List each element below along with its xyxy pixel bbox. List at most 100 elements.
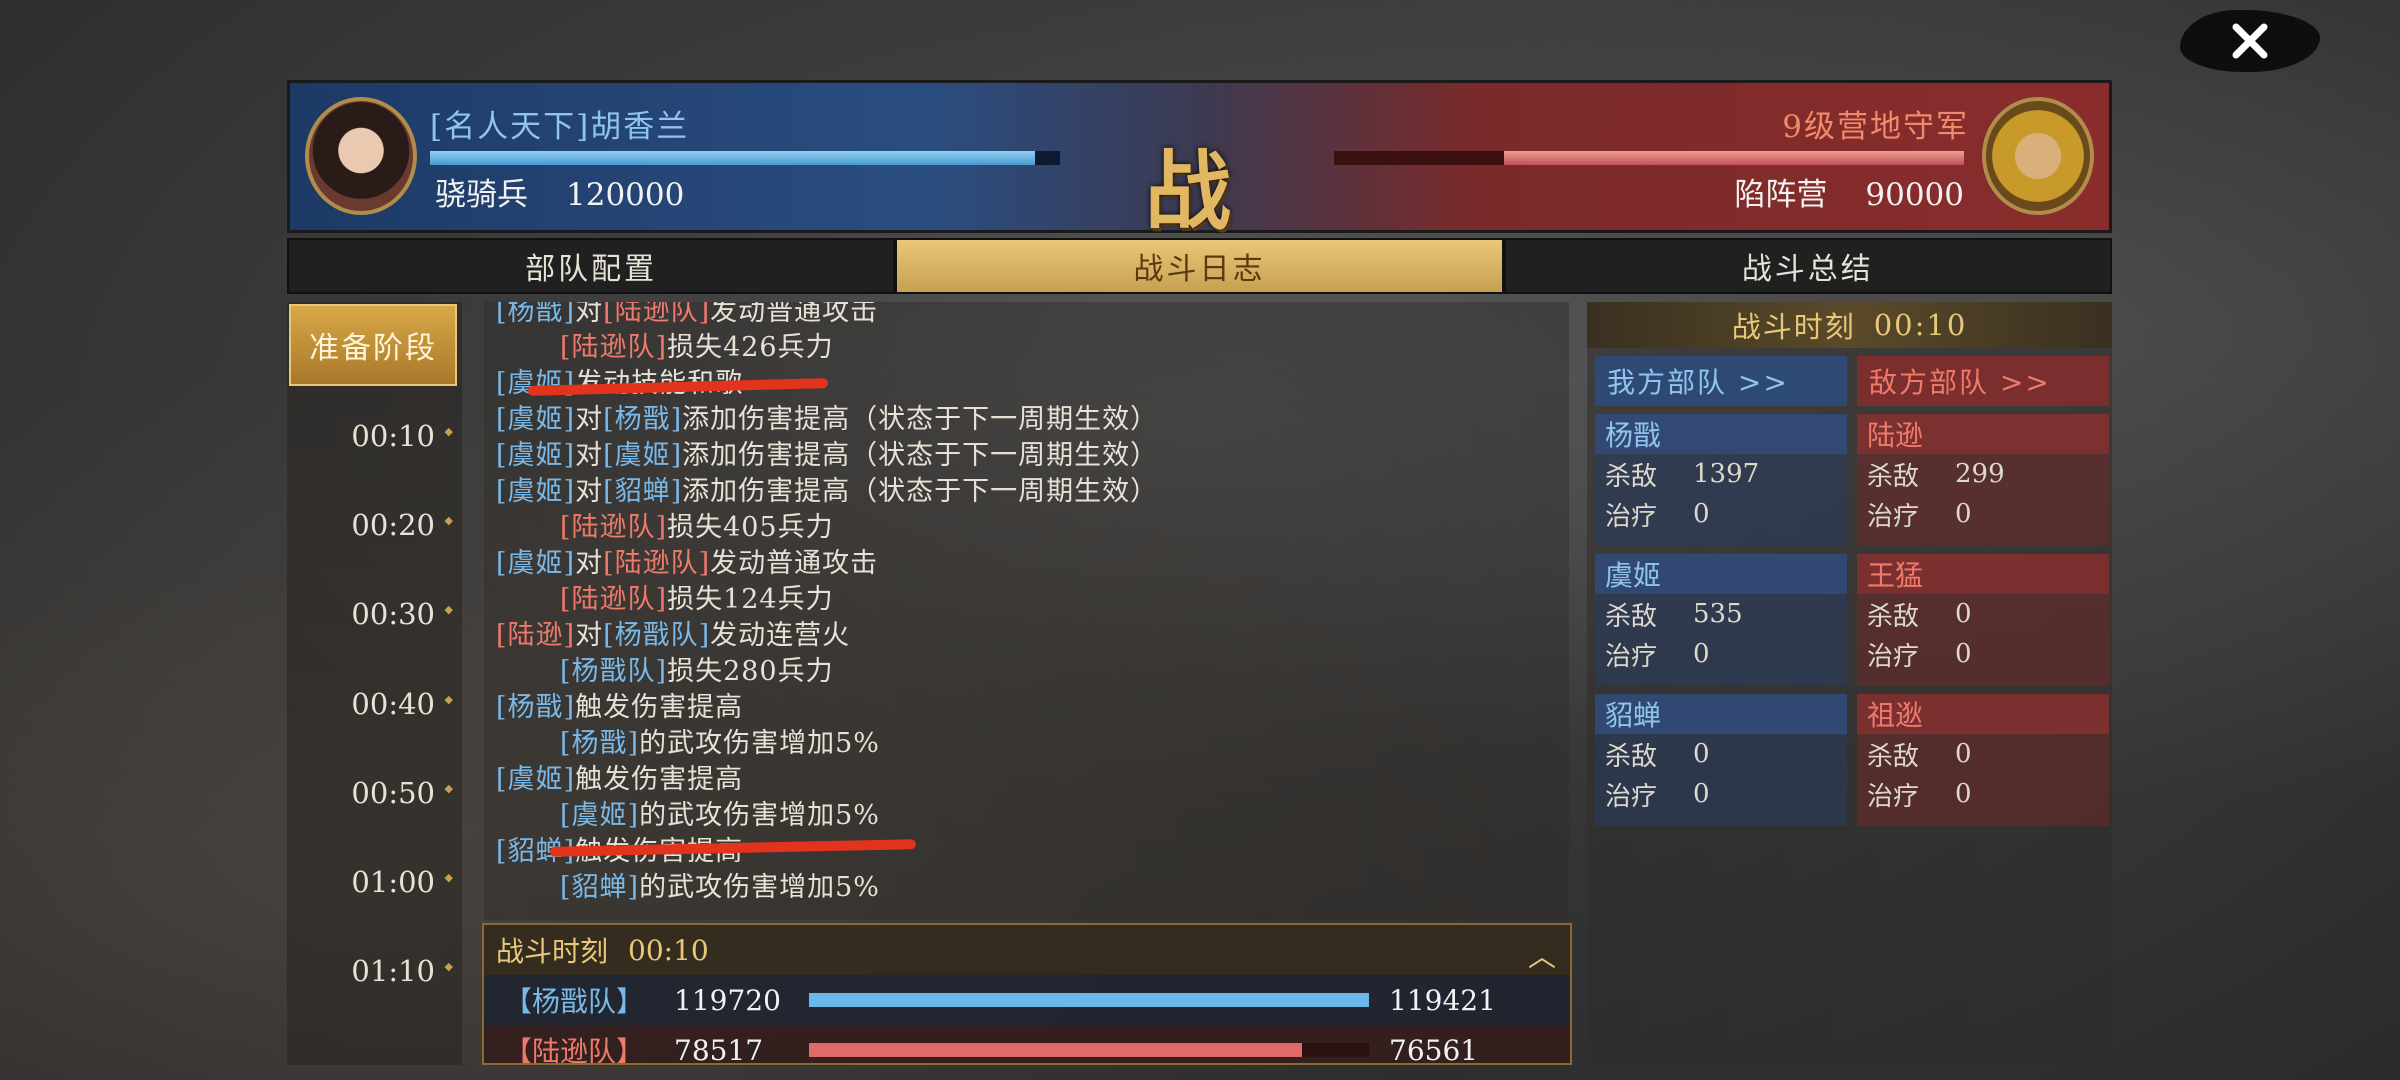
kill-stat-label: 杀敌 — [1867, 461, 1920, 492]
summary-rows: 【杨戬队】 119720 119421 【陆逊队】 78517 76561 — [484, 975, 1570, 1065]
heal-stat-label: 治疗 — [1605, 781, 1658, 812]
kill-stat: 杀敌 0 — [1857, 594, 2109, 634]
log-line: [杨戬]的武攻伤害增加5% — [484, 726, 1569, 762]
heal-stat-label: 治疗 — [1867, 501, 1920, 532]
log-unit-name: [杨戬] — [560, 728, 640, 759]
kill-stat: 杀敌 535 — [1595, 594, 1847, 634]
heal-stat: 治疗 0 — [1857, 634, 2109, 674]
heal-stat: 治疗 0 — [1857, 774, 2109, 814]
battle-log[interactable]: [杨戬]对[陆逊队]发动普通攻击[陆逊队]损失426兵力[虞姬]发动技能和歌[虞… — [484, 302, 1569, 920]
kill-stat-value: 0 — [1955, 599, 1972, 629]
ally-stats-column: 我方部队 >> 杨戬 杀敌 1397 治疗 0 虞姬 杀敌 535 治疗 0 貂蝉 杀敌 0 治疗 0 — [1595, 356, 1847, 826]
unit-name: 祖逖 — [1857, 694, 2109, 734]
log-unit-name: [杨戬] — [496, 692, 576, 723]
kill-stat: 杀敌 299 — [1857, 454, 2109, 494]
timeline: 准备阶段 00:10 00:20 00:30 00:40 00:50 01:00… — [287, 302, 462, 1065]
timeline-item[interactable]: 01:00 — [287, 865, 457, 899]
battle-header: [名人天下]胡香兰 骁骑兵 120000 战 9级营地守军 陷阵营 90000 — [287, 80, 2112, 242]
log-line: [虞姬]对[虞姬]添加伤害提高（状态于下一周期生效） — [484, 438, 1569, 474]
log-text: 添加伤害提高（状态于下一周期生效） — [682, 404, 1159, 435]
unit-stat-card[interactable]: 王猛 杀敌 0 治疗 0 — [1857, 554, 2109, 686]
log-line: [貂蝉]的武攻伤害增加5% — [484, 870, 1569, 906]
timeline-item[interactable]: 00:30 — [287, 597, 457, 631]
log-line: [陆逊队]损失405兵力 — [484, 510, 1569, 546]
log-text: 对 — [575, 440, 604, 471]
log-unit-name: [貂蝉] — [603, 476, 683, 507]
timeline-item[interactable]: 00:20 — [287, 508, 457, 542]
enemy-units-button[interactable]: 敌方部队 >> — [1857, 356, 2109, 406]
log-unit-name: [杨戬队] — [603, 620, 711, 651]
enemy-general-avatar[interactable] — [1982, 97, 2094, 215]
unit-name: 貂蝉 — [1595, 694, 1847, 734]
log-text: 添加伤害提高（状态于下一周期生效） — [682, 440, 1159, 471]
log-text: 损失405兵力 — [667, 512, 834, 543]
heal-stat-label: 治疗 — [1605, 641, 1658, 672]
log-unit-name: [杨戬队] — [560, 656, 668, 687]
tab-battle-log[interactable]: 战斗日志 — [895, 238, 1504, 294]
kill-stat-value: 299 — [1955, 459, 2005, 489]
heal-stat-value: 0 — [1955, 639, 1972, 669]
unit-name: 杨戬 — [1595, 414, 1847, 454]
kill-stat: 杀敌 0 — [1595, 734, 1847, 774]
log-text: 的武攻伤害增加5% — [639, 728, 880, 759]
timeline-item[interactable]: 00:40 — [287, 687, 457, 721]
unit-stat-card[interactable]: 祖逖 杀敌 0 治疗 0 — [1857, 694, 2109, 826]
log-line: [虞姬]对[陆逊队]发动普通攻击 — [484, 546, 1569, 582]
ally-units-button[interactable]: 我方部队 >> — [1595, 356, 1847, 406]
log-line: [虞姬]对[貂蝉]添加伤害提高（状态于下一周期生效） — [484, 474, 1569, 510]
log-unit-name: [陆逊队] — [603, 302, 711, 327]
heal-stat-label: 治疗 — [1605, 501, 1658, 532]
unit-stat-card[interactable]: 陆逊 杀敌 299 治疗 0 — [1857, 414, 2109, 546]
log-unit-name: [陆逊队] — [603, 548, 711, 579]
phase-prepare-button[interactable]: 准备阶段 — [289, 304, 457, 386]
log-text: 损失124兵力 — [667, 584, 834, 615]
timeline-item[interactable]: 00:10 — [287, 419, 457, 453]
log-line: [杨戬]触发伤害提高 — [484, 690, 1569, 726]
log-text: 的武攻伤害增加5% — [639, 872, 880, 903]
log-text: 触发伤害提高 — [575, 692, 744, 723]
kill-stat-label: 杀敌 — [1605, 461, 1658, 492]
chevron-up-icon[interactable]: ︿ — [1528, 935, 1556, 975]
tab-troop-config[interactable]: 部队配置 — [287, 238, 896, 294]
summary-troop-bar-fill — [809, 993, 1369, 1007]
ally-general-avatar[interactable] — [305, 97, 417, 215]
kill-stat-label: 杀敌 — [1605, 741, 1658, 772]
log-text: 损失426兵力 — [667, 332, 834, 363]
log-text: 发动普通攻击 — [710, 302, 879, 327]
log-unit-name: [虞姬] — [560, 800, 640, 831]
tab-battle-summary[interactable]: 战斗总结 — [1503, 238, 2112, 294]
log-unit-name: [陆逊队] — [560, 584, 668, 615]
log-line: [杨戬]对[陆逊队]发动普通攻击 — [484, 302, 1569, 330]
log-line: [杨戬队]损失280兵力 — [484, 654, 1569, 690]
unit-stat-card[interactable]: 杨戬 杀敌 1397 治疗 0 — [1595, 414, 1847, 546]
unit-name: 王猛 — [1857, 554, 2109, 594]
summary-start-value: 78517 — [674, 1033, 764, 1065]
unit-stat-card[interactable]: 虞姬 杀敌 535 治疗 0 — [1595, 554, 1847, 686]
ally-troop-bar-fill — [430, 151, 1035, 165]
log-text: 发动连营火 — [710, 620, 851, 651]
kill-stat-value: 535 — [1693, 599, 1743, 629]
log-line: [陆逊队]损失124兵力 — [484, 582, 1569, 618]
enemy-stats-column: 敌方部队 >> 陆逊 杀敌 299 治疗 0 王猛 杀敌 0 治疗 0 祖逖 杀敌 0 治疗 0 — [1857, 356, 2109, 826]
heal-stat-value: 0 — [1693, 639, 1710, 669]
log-unit-name: [杨戬] — [603, 404, 683, 435]
stats-time: 00:10 — [1873, 308, 1968, 342]
heal-stat-label: 治疗 — [1867, 641, 1920, 672]
log-text: 对 — [575, 302, 604, 327]
log-text: 触发伤害提高 — [575, 764, 744, 795]
log-text: 对 — [575, 548, 604, 579]
timeline-item[interactable]: 00:50 — [287, 776, 457, 810]
log-unit-name: [陆逊队] — [560, 512, 668, 543]
log-text: 损失280兵力 — [667, 656, 834, 687]
kill-stat-label: 杀敌 — [1605, 601, 1658, 632]
log-text: 添加伤害提高（状态于下一周期生效） — [682, 476, 1159, 507]
log-text: 发动普通攻击 — [710, 548, 879, 579]
battle-report-panel: [名人天下]胡香兰 骁骑兵 120000 战 9级营地守军 陷阵营 90000 部队… — [287, 80, 2112, 1065]
log-unit-name: [陆逊队] — [560, 332, 668, 363]
summary-row: 【陆逊队】 78517 76561 — [484, 1025, 1570, 1065]
stats-pane: 战斗时刻 00:10 我方部队 >> 杨戬 杀敌 1397 治疗 0 虞姬 杀敌 535 治疗 0… — [1587, 302, 2112, 1065]
heal-stat-label: 治疗 — [1867, 781, 1920, 812]
summary-end-value: 119421 — [1389, 983, 1496, 1017]
timeline-item[interactable]: 01:10 — [287, 954, 457, 988]
unit-stat-card[interactable]: 貂蝉 杀敌 0 治疗 0 — [1595, 694, 1847, 826]
